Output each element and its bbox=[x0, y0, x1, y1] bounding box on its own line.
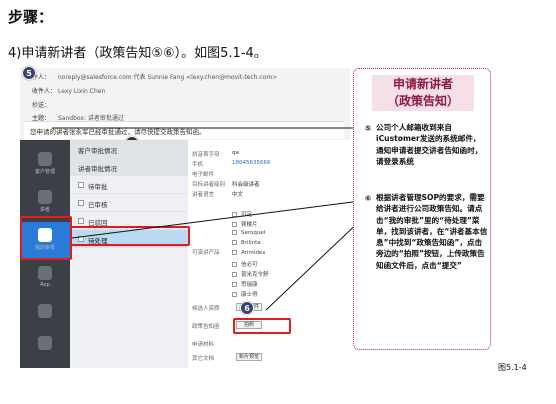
pinyin-value: qa bbox=[232, 150, 239, 156]
email-cc-row: 抄送： bbox=[32, 100, 58, 109]
phone-label: 手机 bbox=[192, 162, 204, 168]
step-5-badge: 5 bbox=[22, 66, 36, 80]
type-value: 科会级讲者 bbox=[232, 182, 260, 188]
panel-title: 申请新讲者 （政策告知） bbox=[372, 75, 474, 111]
highlight-my-approvals bbox=[20, 216, 72, 260]
sidebar-item-profile[interactable] bbox=[20, 330, 70, 368]
product-checkbox[interactable]: 康士得 bbox=[232, 290, 258, 298]
user-icon bbox=[38, 336, 52, 350]
sync-icon bbox=[38, 304, 52, 318]
products-label: 可演讲产品 bbox=[192, 250, 220, 256]
sidebar-item-customers[interactable]: 客户管理 bbox=[20, 146, 70, 184]
apply-label: 申请材料 bbox=[192, 342, 215, 348]
product-checkbox[interactable]: Seroquel bbox=[232, 230, 265, 236]
pinyin-label: 拼音首字母 bbox=[192, 152, 220, 158]
sidebar-item-rep[interactable]: Rep bbox=[20, 260, 70, 298]
menu-section-speaker[interactable]: 讲者审批情况 bbox=[70, 158, 188, 176]
step-5-text: 公司个人邮箱收到来自iCustomer发送的系统邮件，通知申请者提交讲者告知函时… bbox=[376, 123, 483, 166]
figure-caption: 图5.1-4 bbox=[498, 363, 527, 372]
phone-value: 18045635666 bbox=[232, 160, 271, 166]
highlight-to-process bbox=[70, 226, 190, 246]
menu-item-pending-approval[interactable]: 待审批 bbox=[70, 176, 188, 194]
product-checkbox[interactable]: 思瑞康 bbox=[232, 280, 258, 288]
step-6-text: 根据讲者管理SOP的要求，需要给讲者进行公司政策告知。请点击“我的审批”里的“待… bbox=[376, 193, 488, 270]
doc-icon bbox=[78, 200, 84, 206]
menu-item-reviewed[interactable]: 已审核 bbox=[70, 194, 188, 212]
cc-label: 抄送： bbox=[32, 102, 51, 109]
heading: 步骤： bbox=[8, 8, 54, 26]
attach-preview-button[interactable]: 新片预览 bbox=[236, 353, 262, 361]
doc-icon bbox=[78, 182, 84, 188]
email-body: 您申请的讲者张永军已经审批通过，请尽快提交政策告知函。 bbox=[24, 121, 344, 139]
product-checkbox[interactable]: 顿楼片 bbox=[232, 220, 258, 228]
speaker-icon bbox=[38, 190, 52, 204]
step-6-number: ⑥ bbox=[364, 194, 372, 203]
to-value: Lexy Lixin Chen bbox=[58, 88, 106, 95]
approval-menu: 客户审批情况 讲者审批情况 待审批 已审核 已驳回 待处理 bbox=[70, 140, 188, 368]
policy-label: 政策告知函 bbox=[192, 324, 220, 330]
lang-value: 中文 bbox=[232, 192, 244, 198]
email-label: 电子邮件 bbox=[192, 172, 215, 178]
step-6-badge: 6 bbox=[240, 301, 254, 315]
menu-section-customer[interactable]: 客户审批情况 bbox=[70, 140, 188, 158]
candidate-label: 候选人资质 bbox=[192, 306, 220, 312]
product-checkbox[interactable]: 普米克令舒 bbox=[232, 270, 269, 278]
customers-icon bbox=[38, 152, 52, 166]
step-5-number: ⑤ bbox=[364, 124, 372, 133]
product-checkbox[interactable]: Arimidex bbox=[232, 250, 265, 256]
explanation-panel: 申请新讲者 （政策告知） ⑤ 公司个人邮箱收到来自iCustomer发送的系统邮… bbox=[353, 68, 491, 350]
other-docs-label: 其它文档 bbox=[192, 356, 215, 362]
product-checkbox[interactable]: 可定 bbox=[232, 210, 252, 218]
lang-label: 讲者语言 bbox=[192, 192, 215, 198]
highlight-photo-button bbox=[233, 318, 291, 334]
type-label: 目标讲者级别 bbox=[192, 182, 226, 188]
rep-icon bbox=[38, 266, 52, 280]
product-checkbox[interactable]: 信必可 bbox=[232, 260, 258, 268]
doc-icon bbox=[78, 218, 84, 224]
email-from-row: 件人： noreply@salesforce.com 代表 Sunnie Fang… bbox=[32, 72, 277, 81]
from-value: noreply@salesforce.com 代表 Sunnie Fang <l… bbox=[58, 74, 278, 81]
email-to-row: 收件人： Lexy Lixin Chen bbox=[32, 86, 105, 95]
step-description: 4)申请新讲者（政策告知⑤⑥）。如图5.1-4。 bbox=[8, 46, 267, 61]
to-label: 收件人： bbox=[32, 88, 57, 95]
product-checkbox[interactable]: Brilinta bbox=[232, 240, 261, 246]
